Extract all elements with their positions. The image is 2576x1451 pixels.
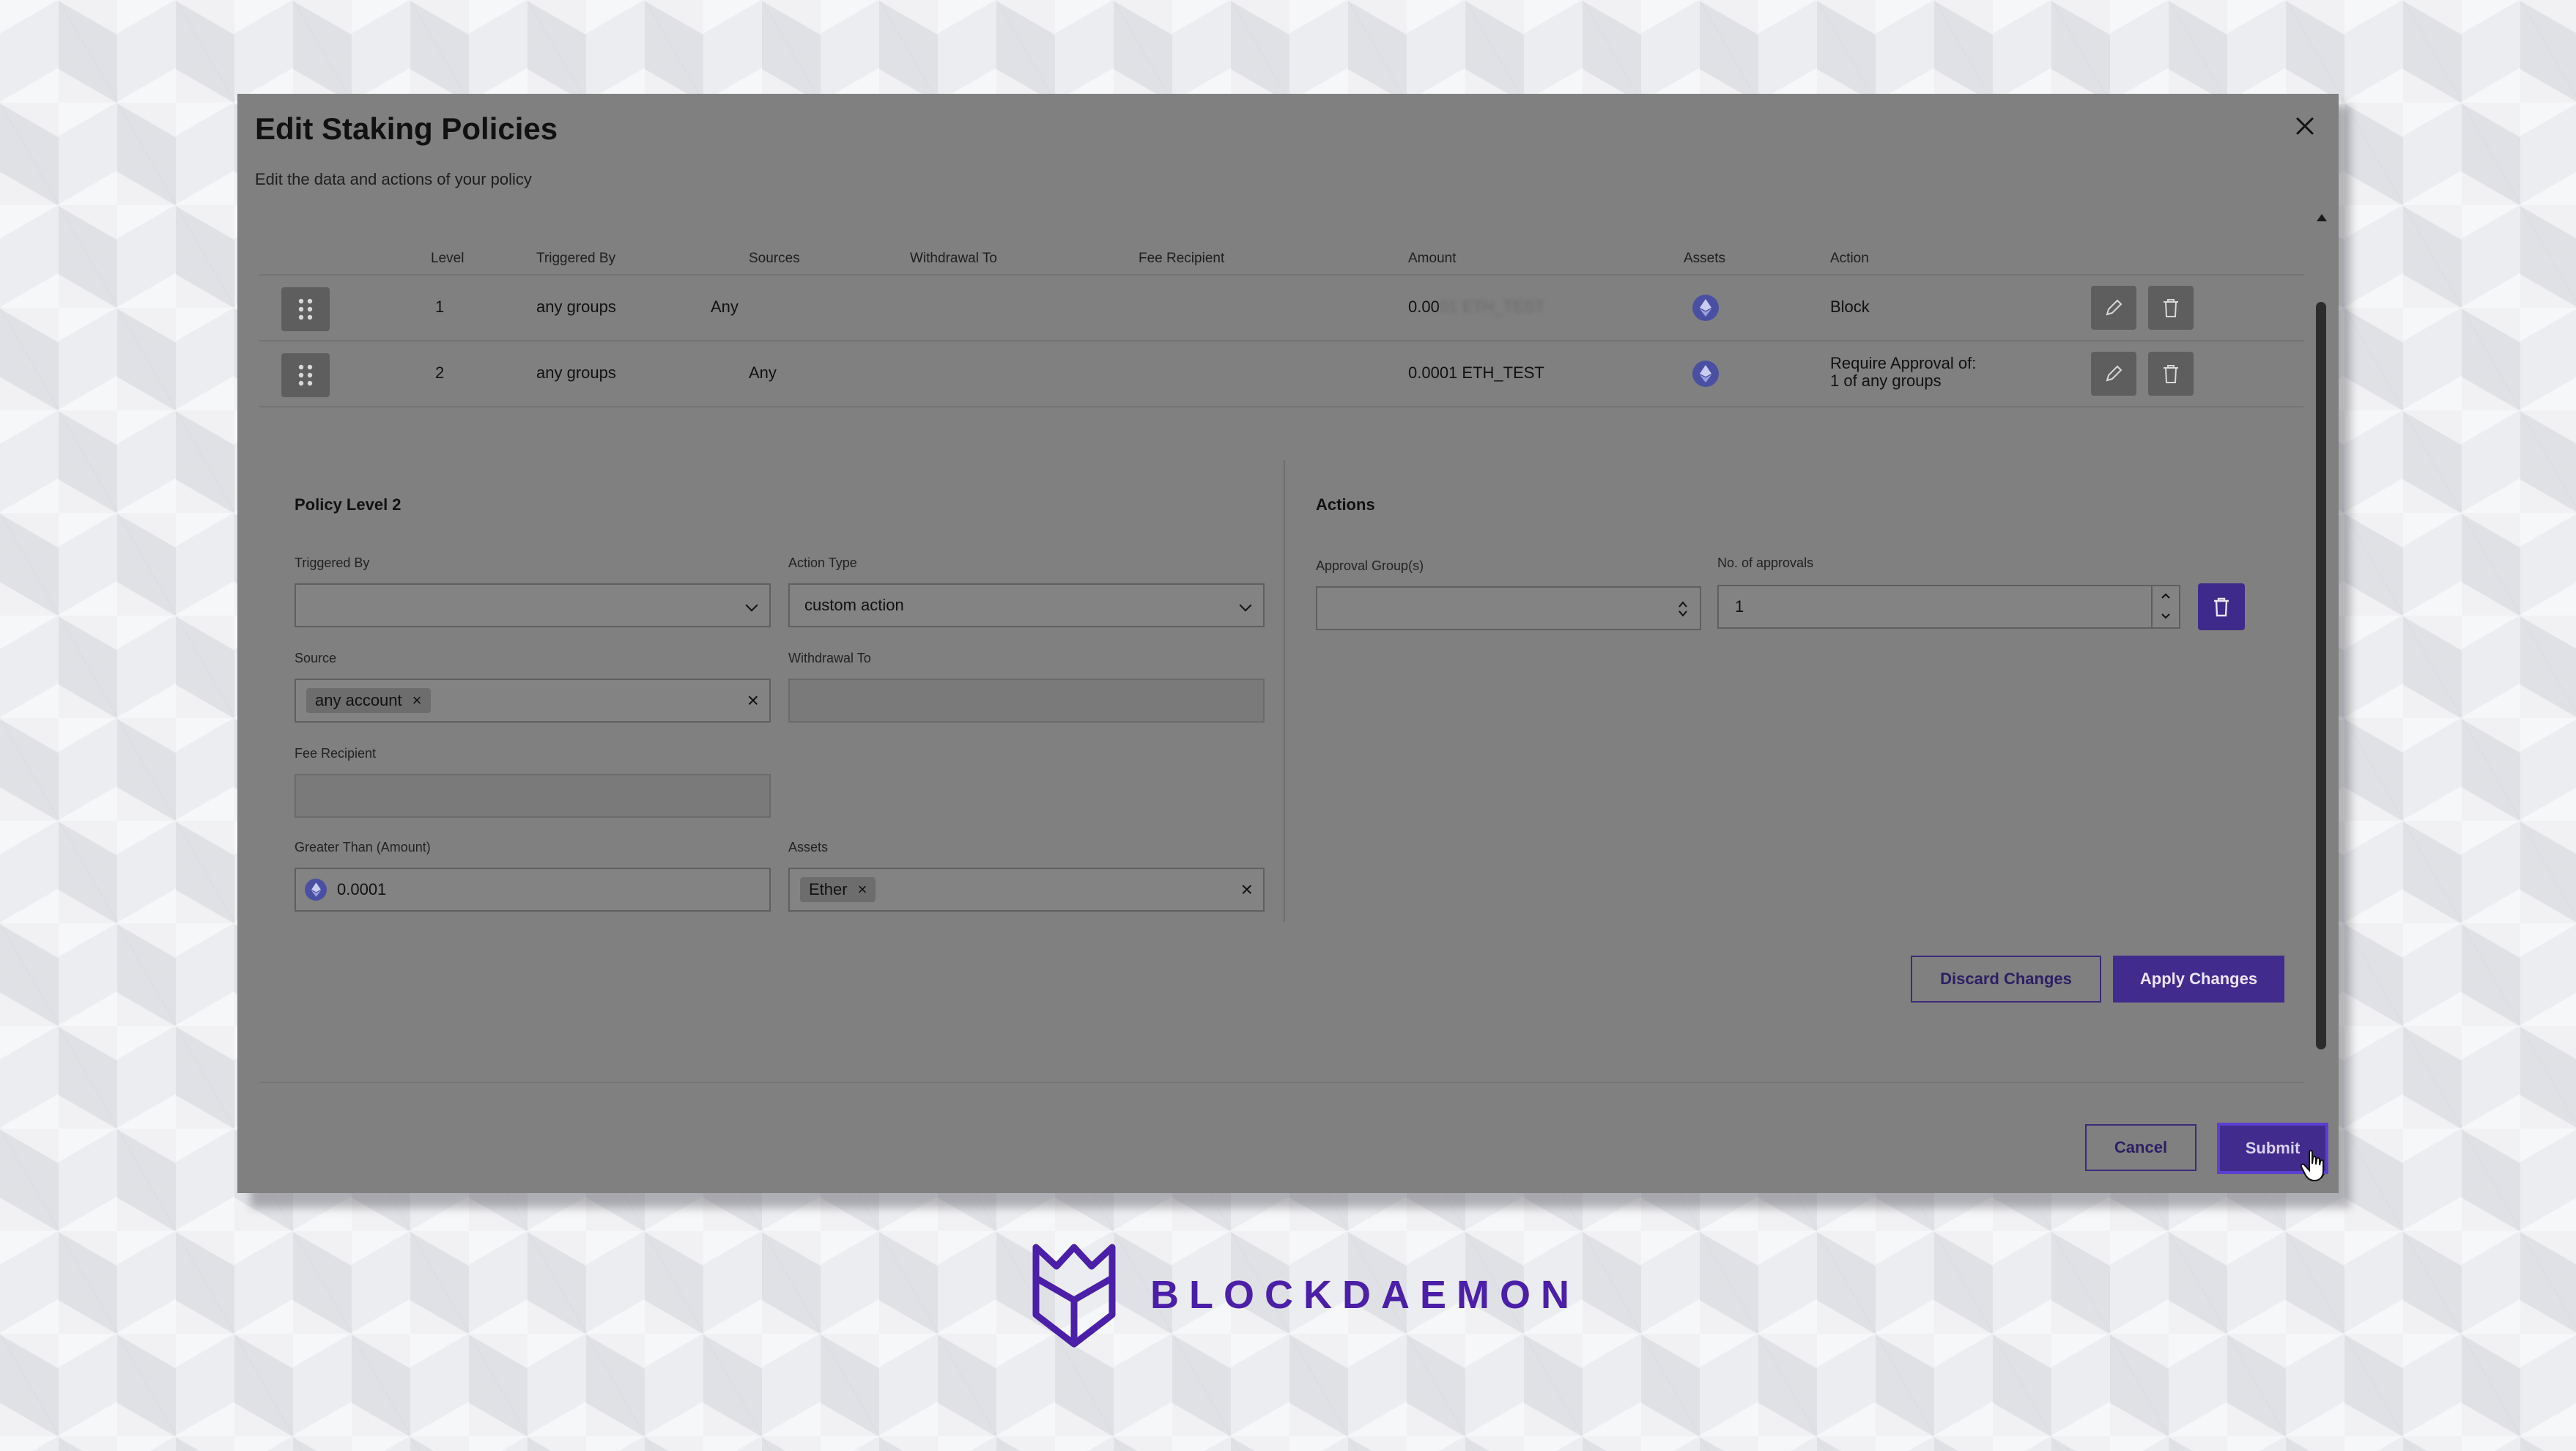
stepper-controls[interactable] bbox=[2151, 586, 2179, 627]
drag-handle-icon bbox=[298, 298, 313, 320]
policies-table: Level Triggered By Sources Withdrawal To… bbox=[259, 240, 2303, 407]
source-chip-label: any account bbox=[315, 691, 402, 709]
actions-title: Actions bbox=[1316, 495, 1375, 514]
row-triggered-by: any groups bbox=[536, 298, 616, 316]
apply-changes-button[interactable]: Apply Changes bbox=[2113, 956, 2284, 1003]
approvals-value: 1 bbox=[1735, 597, 1744, 616]
fee-recipient-label: Fee Recipient bbox=[295, 746, 377, 761]
modal-title: Edit Staking Policies bbox=[255, 111, 558, 146]
row-level-value: 2 bbox=[435, 363, 445, 382]
edit-button[interactable] bbox=[2091, 286, 2136, 330]
row-amount: 0.0001 ETH_TEST bbox=[1408, 363, 1544, 382]
trash-icon bbox=[2164, 299, 2178, 317]
row-sources: Any bbox=[711, 298, 739, 316]
edit-policies-modal: Edit Staking Policies Edit the data and … bbox=[237, 94, 2339, 1193]
table-header: Level Triggered By Sources Withdrawal To… bbox=[259, 240, 2303, 276]
clear-icon[interactable]: × bbox=[1241, 878, 1253, 901]
row-level-value: 1 bbox=[435, 298, 445, 316]
header-assets: Assets bbox=[1684, 251, 1726, 266]
trash-icon bbox=[2214, 597, 2229, 617]
sort-arrows-icon bbox=[1679, 601, 1687, 617]
pencil-icon bbox=[2106, 365, 2122, 382]
row-triggered-by: any groups bbox=[536, 363, 616, 382]
ethereum-icon bbox=[1700, 299, 1711, 317]
pencil-icon bbox=[2106, 299, 2122, 316]
row-amount-blurred: 01 ETH_TEST bbox=[1439, 298, 1544, 316]
cursor-hand-icon bbox=[2301, 1150, 2324, 1182]
table-row[interactable]: 2 any groups Any 0.0001 ETH_TEST Require… bbox=[259, 341, 2303, 407]
withdrawal-to-label: Withdrawal To bbox=[788, 651, 871, 665]
drag-handle[interactable] bbox=[281, 287, 330, 331]
modal-subtitle: Edit the data and actions of your policy bbox=[255, 170, 532, 188]
source-chip[interactable]: any account × bbox=[306, 688, 431, 713]
triggered-by-label: Triggered By bbox=[295, 555, 370, 570]
action-type-select[interactable]: custom action bbox=[788, 583, 1265, 627]
row-action-line2: 1 of any groups bbox=[1830, 372, 1942, 390]
brand-logo: BLOCKDAEMON bbox=[1030, 1240, 1580, 1350]
asset-eth bbox=[1692, 361, 1719, 387]
withdrawal-to-field[interactable] bbox=[788, 679, 1265, 723]
ethereum-icon bbox=[305, 879, 327, 901]
row-action: Block bbox=[1830, 298, 1870, 316]
policy-level-title: Policy Level 2 bbox=[295, 495, 401, 514]
trash-icon bbox=[2164, 365, 2178, 383]
scroll-up-arrow[interactable] bbox=[2317, 214, 2327, 221]
approvals-label: No. of approvals bbox=[1717, 555, 1814, 570]
header-triggered-by: Triggered By bbox=[536, 251, 616, 266]
action-type-label: Action Type bbox=[788, 555, 857, 570]
amount-input[interactable]: 0.0001 bbox=[295, 868, 771, 912]
assets-chip[interactable]: Ether × bbox=[800, 877, 876, 902]
asset-eth bbox=[1692, 295, 1719, 321]
header-amount: Amount bbox=[1408, 251, 1457, 266]
brand-name: BLOCKDAEMON bbox=[1150, 1273, 1580, 1317]
header-withdrawal-to: Withdrawal To bbox=[910, 251, 997, 266]
source-multiselect[interactable]: any account × × bbox=[295, 679, 771, 723]
amount-label: Greater Than (Amount) bbox=[295, 840, 431, 854]
chip-remove-icon[interactable]: × bbox=[412, 691, 422, 710]
chevron-down-icon[interactable] bbox=[2161, 613, 2171, 620]
row-action-line1: Require Approval of: bbox=[1830, 354, 1977, 372]
chevron-up-icon[interactable] bbox=[2161, 592, 2171, 599]
chip-remove-icon[interactable]: × bbox=[858, 880, 867, 899]
scrollbar[interactable] bbox=[2314, 214, 2329, 1178]
delete-approval-button[interactable] bbox=[2198, 583, 2245, 630]
fee-recipient-field[interactable] bbox=[295, 774, 771, 818]
close-button[interactable] bbox=[2287, 108, 2323, 144]
footer-divider bbox=[259, 1082, 2303, 1083]
approval-groups-select[interactable] bbox=[1316, 586, 1701, 630]
action-type-value: custom action bbox=[804, 596, 904, 614]
cancel-button[interactable]: Cancel bbox=[2085, 1124, 2196, 1171]
row-amount-value: 0.00 bbox=[1408, 298, 1440, 316]
drag-handle-icon bbox=[298, 364, 313, 386]
scroll-thumb[interactable] bbox=[2316, 302, 2326, 1049]
row-sources: Any bbox=[749, 363, 777, 382]
triggered-by-select[interactable] bbox=[295, 583, 771, 627]
assets-label: Assets bbox=[788, 840, 829, 854]
source-label: Source bbox=[295, 651, 337, 665]
approval-groups-label: Approval Group(s) bbox=[1316, 558, 1424, 573]
delete-button[interactable] bbox=[2148, 352, 2194, 396]
chevron-down-icon bbox=[1239, 599, 1252, 612]
header-level: Level bbox=[431, 251, 465, 266]
close-icon bbox=[2296, 117, 2314, 135]
edit-button[interactable] bbox=[2091, 352, 2136, 396]
row-amount: 0.0001 ETH_TEST bbox=[1408, 298, 1544, 317]
section-divider bbox=[1284, 460, 1285, 922]
row-action: Require Approval of: 1 of any groups bbox=[1830, 355, 1976, 390]
assets-multiselect[interactable]: Ether × × bbox=[788, 868, 1265, 912]
clear-icon[interactable]: × bbox=[747, 689, 759, 712]
table-row[interactable]: Any 1 any groups 0.0001 ETH_TEST Block bbox=[259, 276, 2303, 341]
header-action: Action bbox=[1830, 251, 1869, 266]
ethereum-icon bbox=[1700, 365, 1711, 383]
discard-changes-button[interactable]: Discard Changes bbox=[1911, 956, 2101, 1003]
header-sources: Sources bbox=[749, 251, 800, 266]
chevron-down-icon bbox=[745, 599, 758, 612]
approvals-stepper[interactable]: 1 bbox=[1717, 585, 2180, 629]
amount-value: 0.0001 bbox=[337, 880, 387, 898]
blockdaemon-logo-icon bbox=[1032, 1244, 1116, 1348]
drag-handle[interactable] bbox=[281, 353, 330, 397]
delete-button[interactable] bbox=[2148, 286, 2194, 330]
assets-chip-label: Ether bbox=[809, 880, 848, 898]
header-fee-recipient: Fee Recipient bbox=[1139, 251, 1225, 266]
